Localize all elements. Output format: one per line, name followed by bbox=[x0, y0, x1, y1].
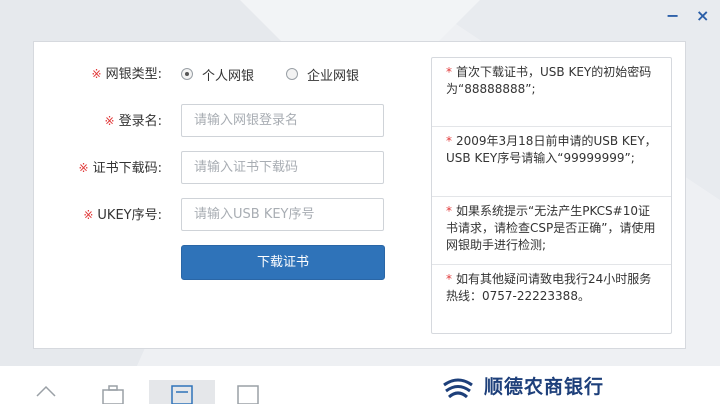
home-tab-icon[interactable] bbox=[34, 382, 58, 404]
bank-logo-icon bbox=[443, 378, 473, 398]
ukey-serial-label: ※ UKEY序号: bbox=[83, 208, 162, 223]
close-icon[interactable]: × bbox=[696, 6, 709, 26]
radio-corporate-banking[interactable]: 企业网银 bbox=[286, 65, 359, 84]
download-certificate-button[interactable]: 下载证书 bbox=[181, 245, 385, 280]
login-name-row: ※ 登录名: bbox=[34, 104, 434, 138]
bank-type-label: ※ 网银类型: bbox=[91, 67, 162, 82]
notes-box: * 首次下载证书，USB KEY的初始密码为“88888888”; * 2009年3… bbox=[431, 57, 672, 334]
radio-unchecked-icon[interactable] bbox=[286, 68, 299, 80]
download-code-row: ※ 证书下载码: bbox=[34, 151, 434, 185]
device-tab-icon[interactable] bbox=[236, 382, 260, 404]
note-item: * 如有其他疑问请致电我行24小时服务热线：0757-22223388。 bbox=[446, 272, 652, 303]
bottom-navigation-bar: 顺德农商银行 bbox=[0, 366, 720, 404]
certificate-tab-icon[interactable] bbox=[170, 382, 194, 404]
bank-type-row: ※ 网银类型: 个人网银 企业网银 bbox=[34, 57, 434, 91]
briefcase-tab-icon[interactable] bbox=[101, 382, 125, 404]
bank-logo: 顺德农商银行 bbox=[442, 372, 604, 399]
download-code-label: ※ 证书下载码: bbox=[78, 161, 162, 176]
certificate-download-panel: ※网银类型: 个人网银 企业网银 ※登录名: ※证书下载码: ※UKEY序号: bbox=[33, 41, 686, 349]
note-item: * 2009年3月18日前申请的USB KEY，USB KEY序号请输入“9999… bbox=[432, 127, 671, 197]
login-name-input[interactable] bbox=[181, 104, 384, 137]
note-item: * 如果系统提示“无法产生PKCS#10证书请求，请检查CSP是否正确”，请使用网… bbox=[432, 197, 671, 265]
ukey-serial-input[interactable] bbox=[181, 198, 384, 231]
required-mark: ※ bbox=[91, 67, 102, 81]
login-name-label: ※ 登录名: bbox=[104, 114, 162, 129]
ukey-serial-row: ※ UKEY序号: bbox=[34, 198, 434, 232]
minimize-icon[interactable]: − bbox=[666, 6, 679, 26]
submit-row: 下载证书 bbox=[34, 245, 434, 280]
note-item: * 首次下载证书，USB KEY的初始密码为“88888888”; bbox=[432, 58, 671, 127]
radio-personal-banking[interactable]: 个人网银 bbox=[181, 65, 254, 84]
bank-name: 顺德农商银行 bbox=[484, 376, 605, 398]
download-code-input[interactable] bbox=[181, 151, 384, 184]
bank-type-radio-group: 个人网银 企业网银 bbox=[181, 57, 391, 91]
radio-checked-icon[interactable] bbox=[181, 68, 193, 80]
